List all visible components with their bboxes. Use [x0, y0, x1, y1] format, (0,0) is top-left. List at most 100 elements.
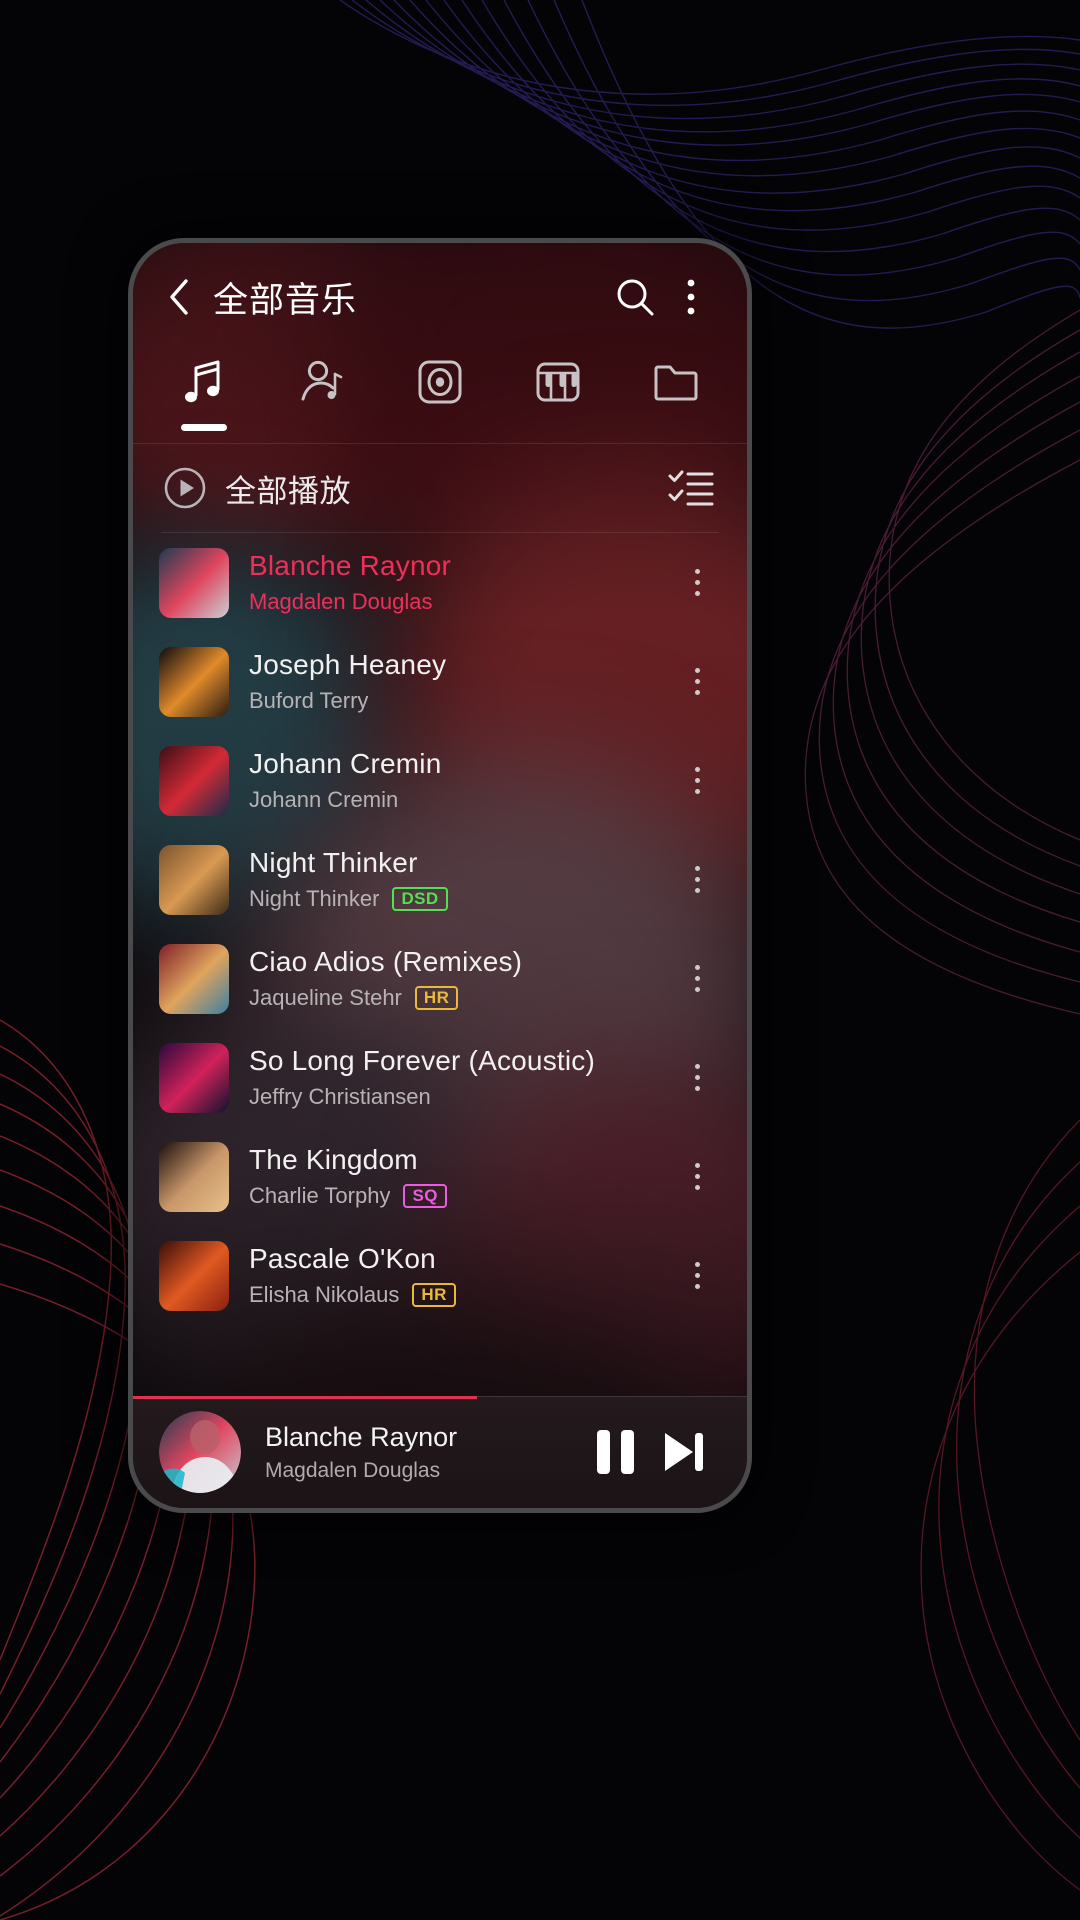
more-vertical-icon — [694, 569, 700, 574]
song-subtitle: Elisha Nikolaus HR — [249, 1282, 671, 1308]
song-meta: Johann Cremin Johann Cremin — [249, 748, 671, 813]
next-button[interactable] — [649, 1418, 717, 1486]
pause-icon — [596, 1430, 634, 1474]
folder-icon — [652, 355, 700, 409]
tab-songs[interactable] — [145, 351, 263, 443]
tab-active-indicator — [181, 424, 227, 431]
song-more-button[interactable] — [671, 1047, 723, 1109]
skip-next-icon — [665, 1433, 703, 1471]
checklist-icon — [668, 470, 714, 506]
song-meta: Blanche Raynor Magdalen Douglas — [249, 550, 671, 615]
more-vertical-icon — [694, 679, 700, 684]
song-row[interactable]: Johann Cremin Johann Cremin — [133, 731, 747, 830]
search-button[interactable] — [607, 269, 663, 325]
now-playing-artwork-image — [159, 1411, 241, 1493]
more-vertical-icon — [694, 1174, 700, 1179]
play-all-row: 全部播放 — [133, 444, 747, 532]
song-subtitle: Magdalen Douglas — [249, 589, 671, 615]
more-vertical-icon — [694, 1086, 700, 1091]
play-all-label: 全部播放 — [225, 473, 351, 509]
back-button[interactable] — [159, 277, 199, 317]
song-artwork — [159, 745, 229, 816]
artist-icon — [299, 355, 345, 409]
song-meta: The Kingdom Charlie Torphy SQ — [249, 1144, 671, 1209]
page-title: 全部音乐 — [213, 280, 358, 320]
tab-folders[interactable] — [617, 351, 735, 443]
more-vertical-icon — [687, 279, 695, 315]
more-vertical-icon — [694, 1185, 700, 1190]
song-subtitle: Night Thinker DSD — [249, 886, 671, 912]
song-subtitle: Buford Terry — [249, 688, 671, 714]
multiselect-button[interactable] — [663, 460, 719, 516]
song-artist: Charlie Torphy — [249, 1183, 391, 1208]
song-subtitle: Johann Cremin — [249, 787, 671, 813]
song-meta: Pascale O'Kon Elisha Nikolaus HR — [249, 1243, 671, 1308]
quality-badge: SQ — [403, 1183, 447, 1209]
song-row[interactable]: Joseph Heaney Buford Terry — [133, 632, 747, 731]
phone-screen: 全部音乐 全部播放 Blanche Raynor Magdalen Dougla… — [133, 243, 747, 1508]
song-list[interactable]: Blanche Raynor Magdalen Douglas Joseph Hea… — [133, 533, 747, 1335]
song-artwork — [159, 1042, 229, 1113]
more-vertical-icon — [694, 789, 700, 794]
song-row[interactable]: Night Thinker Night Thinker DSD — [133, 830, 747, 929]
song-meta: Ciao Adios (Remixes) Jaqueline Stehr HR — [249, 946, 671, 1011]
song-subtitle: Charlie Torphy SQ — [249, 1183, 671, 1209]
song-more-button[interactable] — [671, 651, 723, 713]
more-vertical-icon — [694, 580, 700, 585]
more-vertical-icon — [694, 1075, 700, 1080]
tab-albums[interactable] — [381, 351, 499, 443]
more-vertical-icon — [694, 888, 700, 893]
song-artwork — [159, 943, 229, 1014]
music-note-icon — [182, 355, 226, 409]
more-vertical-icon — [694, 877, 700, 882]
play-all-button[interactable]: 全部播放 — [163, 466, 663, 511]
song-row[interactable]: Ciao Adios (Remixes)Willis Osinski — [133, 1325, 747, 1335]
song-more-button[interactable] — [671, 750, 723, 812]
song-artist: Night Thinker — [249, 886, 380, 911]
song-title: Joseph Heaney — [249, 649, 447, 680]
song-row[interactable]: The Kingdom Charlie Torphy SQ — [133, 1127, 747, 1226]
now-playing-meta: Blanche Raynor Magdalen Douglas — [265, 1422, 581, 1483]
more-vertical-icon — [694, 965, 700, 970]
song-meta: Joseph Heaney Buford Terry — [249, 649, 671, 714]
song-more-button[interactable] — [671, 1146, 723, 1208]
song-artwork — [159, 547, 229, 618]
song-row[interactable]: Blanche Raynor Magdalen Douglas — [133, 533, 747, 632]
quality-badge: DSD — [392, 886, 448, 912]
song-row[interactable]: Ciao Adios (Remixes) Jaqueline Stehr HR — [133, 929, 747, 1028]
pause-button[interactable] — [581, 1418, 649, 1486]
more-vertical-icon — [694, 976, 700, 981]
song-more-button[interactable] — [671, 849, 723, 911]
song-more-button[interactable] — [671, 552, 723, 614]
song-title: Blanche Raynor — [249, 550, 452, 581]
song-artist: Magdalen Douglas — [249, 589, 433, 614]
quality-badge: HR — [412, 1282, 456, 1308]
quality-badge: HR — [414, 985, 459, 1011]
overflow-menu-button[interactable] — [663, 269, 719, 325]
tab-genres[interactable] — [499, 351, 617, 443]
song-meta: So Long Forever (Acoustic) Jeffry Christi… — [249, 1045, 671, 1110]
song-artwork — [159, 1240, 229, 1311]
song-artist: Johann Cremin — [249, 787, 399, 812]
more-vertical-icon — [694, 767, 700, 772]
song-more-button[interactable] — [671, 1245, 723, 1307]
now-playing-artist: Magdalen Douglas — [265, 1458, 441, 1482]
search-icon — [617, 279, 654, 316]
song-more-button[interactable] — [671, 948, 723, 1010]
chevron-left-icon — [170, 279, 188, 315]
song-row[interactable]: So Long Forever (Acoustic) Jeffry Christi… — [133, 1028, 747, 1127]
song-title: Johann Cremin — [249, 748, 442, 779]
tab-artists[interactable] — [263, 351, 381, 443]
app-header: 全部音乐 — [133, 243, 747, 351]
song-row[interactable]: Pascale O'Kon Elisha Nikolaus HR — [133, 1226, 747, 1325]
song-artist: Buford Terry — [249, 688, 369, 713]
now-playing-artwork[interactable] — [159, 1411, 241, 1493]
song-title: So Long Forever (Acoustic) — [249, 1045, 596, 1076]
library-tab-bar — [133, 351, 747, 443]
song-title: Pascale O'Kon — [249, 1243, 436, 1274]
song-artist: Jaqueline Stehr — [249, 985, 402, 1010]
more-vertical-icon — [694, 1064, 700, 1069]
more-vertical-icon — [694, 1284, 700, 1289]
now-playing-bar[interactable]: Blanche Raynor Magdalen Douglas — [133, 1396, 747, 1508]
more-vertical-icon — [694, 1262, 700, 1267]
